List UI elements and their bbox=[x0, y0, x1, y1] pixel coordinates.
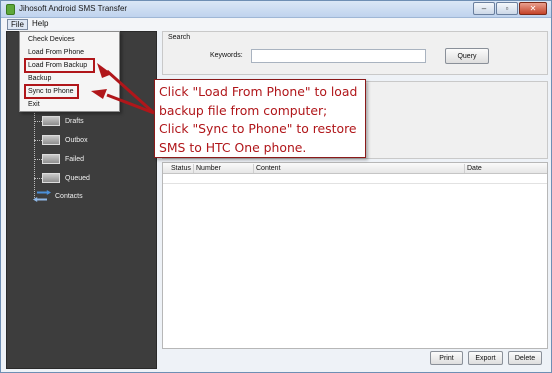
sms-folder-icon bbox=[42, 173, 60, 183]
window-title: Jihosoft Android SMS Transfer bbox=[19, 4, 128, 13]
sidebar-item-label: Failed bbox=[65, 155, 85, 163]
sidebar-item-queued[interactable]: Queued bbox=[42, 173, 90, 183]
action-bar: Print Export Delete bbox=[162, 350, 548, 368]
highlight-box bbox=[24, 58, 95, 73]
column-header-status[interactable]: Status bbox=[169, 164, 194, 173]
print-button[interactable]: Print bbox=[430, 351, 463, 365]
sidebar-item-drafts[interactable]: Drafts bbox=[42, 116, 84, 126]
delete-button[interactable]: Delete bbox=[508, 351, 542, 365]
menu-item-load-from-phone[interactable]: Load From Phone bbox=[28, 48, 84, 57]
menu-item-backup[interactable]: Backup bbox=[28, 74, 51, 83]
menu-item-check-devices[interactable]: Check Devices bbox=[28, 35, 75, 44]
contacts-sync-icon bbox=[33, 189, 51, 203]
tree-connector bbox=[34, 110, 35, 200]
android-app-icon bbox=[6, 4, 15, 15]
maximize-button[interactable]: ▫ bbox=[496, 2, 518, 15]
column-header-date[interactable]: Date bbox=[465, 164, 547, 173]
callout-line: Click "Sync to Phone" to restore bbox=[159, 121, 357, 136]
table-row[interactable] bbox=[163, 174, 547, 184]
tree-connector bbox=[34, 178, 42, 179]
search-panel: Search Keywords: Query bbox=[162, 31, 548, 75]
tree-connector bbox=[34, 140, 42, 141]
close-button[interactable]: ✕ bbox=[519, 2, 547, 15]
callout-line: SMS to HTC One phone. bbox=[159, 139, 307, 155]
title-bar: Jihosoft Android SMS Transfer – ▫ ✕ bbox=[1, 1, 551, 18]
message-table: Status Number Content Date bbox=[162, 162, 548, 349]
sms-folder-icon bbox=[42, 135, 60, 145]
menu-help[interactable]: Help bbox=[29, 19, 51, 30]
sms-folder-icon bbox=[42, 154, 60, 164]
keywords-label: Keywords: bbox=[210, 52, 243, 59]
sms-folder-icon bbox=[42, 116, 60, 126]
sidebar-item-label: Drafts bbox=[65, 117, 84, 125]
sidebar-item-label: Queued bbox=[65, 174, 90, 182]
file-menu-dropdown: Check Devices Load From Phone Load From … bbox=[19, 31, 120, 112]
callout-line: Click "Load From Phone" to load bbox=[159, 84, 358, 99]
sidebar-item-label: Contacts bbox=[55, 192, 83, 200]
search-title: Search bbox=[168, 34, 191, 41]
sidebar-item-failed[interactable]: Failed bbox=[42, 154, 84, 164]
tree-connector bbox=[34, 121, 42, 122]
column-header-number[interactable]: Number bbox=[194, 164, 254, 173]
menu-item-exit[interactable]: Exit bbox=[28, 100, 40, 109]
sidebar-item-label: Outbox bbox=[65, 136, 88, 144]
minimize-button[interactable]: – bbox=[473, 2, 495, 15]
export-button[interactable]: Export bbox=[468, 351, 503, 365]
tree-connector bbox=[34, 159, 42, 160]
instruction-callout: Click "Load From Phone" to load backup f… bbox=[154, 79, 366, 158]
column-header-content[interactable]: Content bbox=[254, 164, 465, 173]
table-header: Status Number Content Date bbox=[163, 163, 547, 174]
menu-bar: File Help bbox=[1, 18, 551, 31]
sidebar-item-contacts[interactable]: Contacts bbox=[33, 189, 83, 203]
menu-file[interactable]: File bbox=[7, 19, 28, 30]
highlight-box bbox=[24, 84, 79, 99]
callout-line: backup file from computer; bbox=[159, 102, 328, 118]
sidebar-item-outbox[interactable]: Outbox bbox=[42, 135, 88, 145]
query-button[interactable]: Query bbox=[445, 48, 489, 64]
keywords-input[interactable] bbox=[251, 49, 426, 63]
app-window: Jihosoft Android SMS Transfer – ▫ ✕ File… bbox=[0, 0, 552, 373]
